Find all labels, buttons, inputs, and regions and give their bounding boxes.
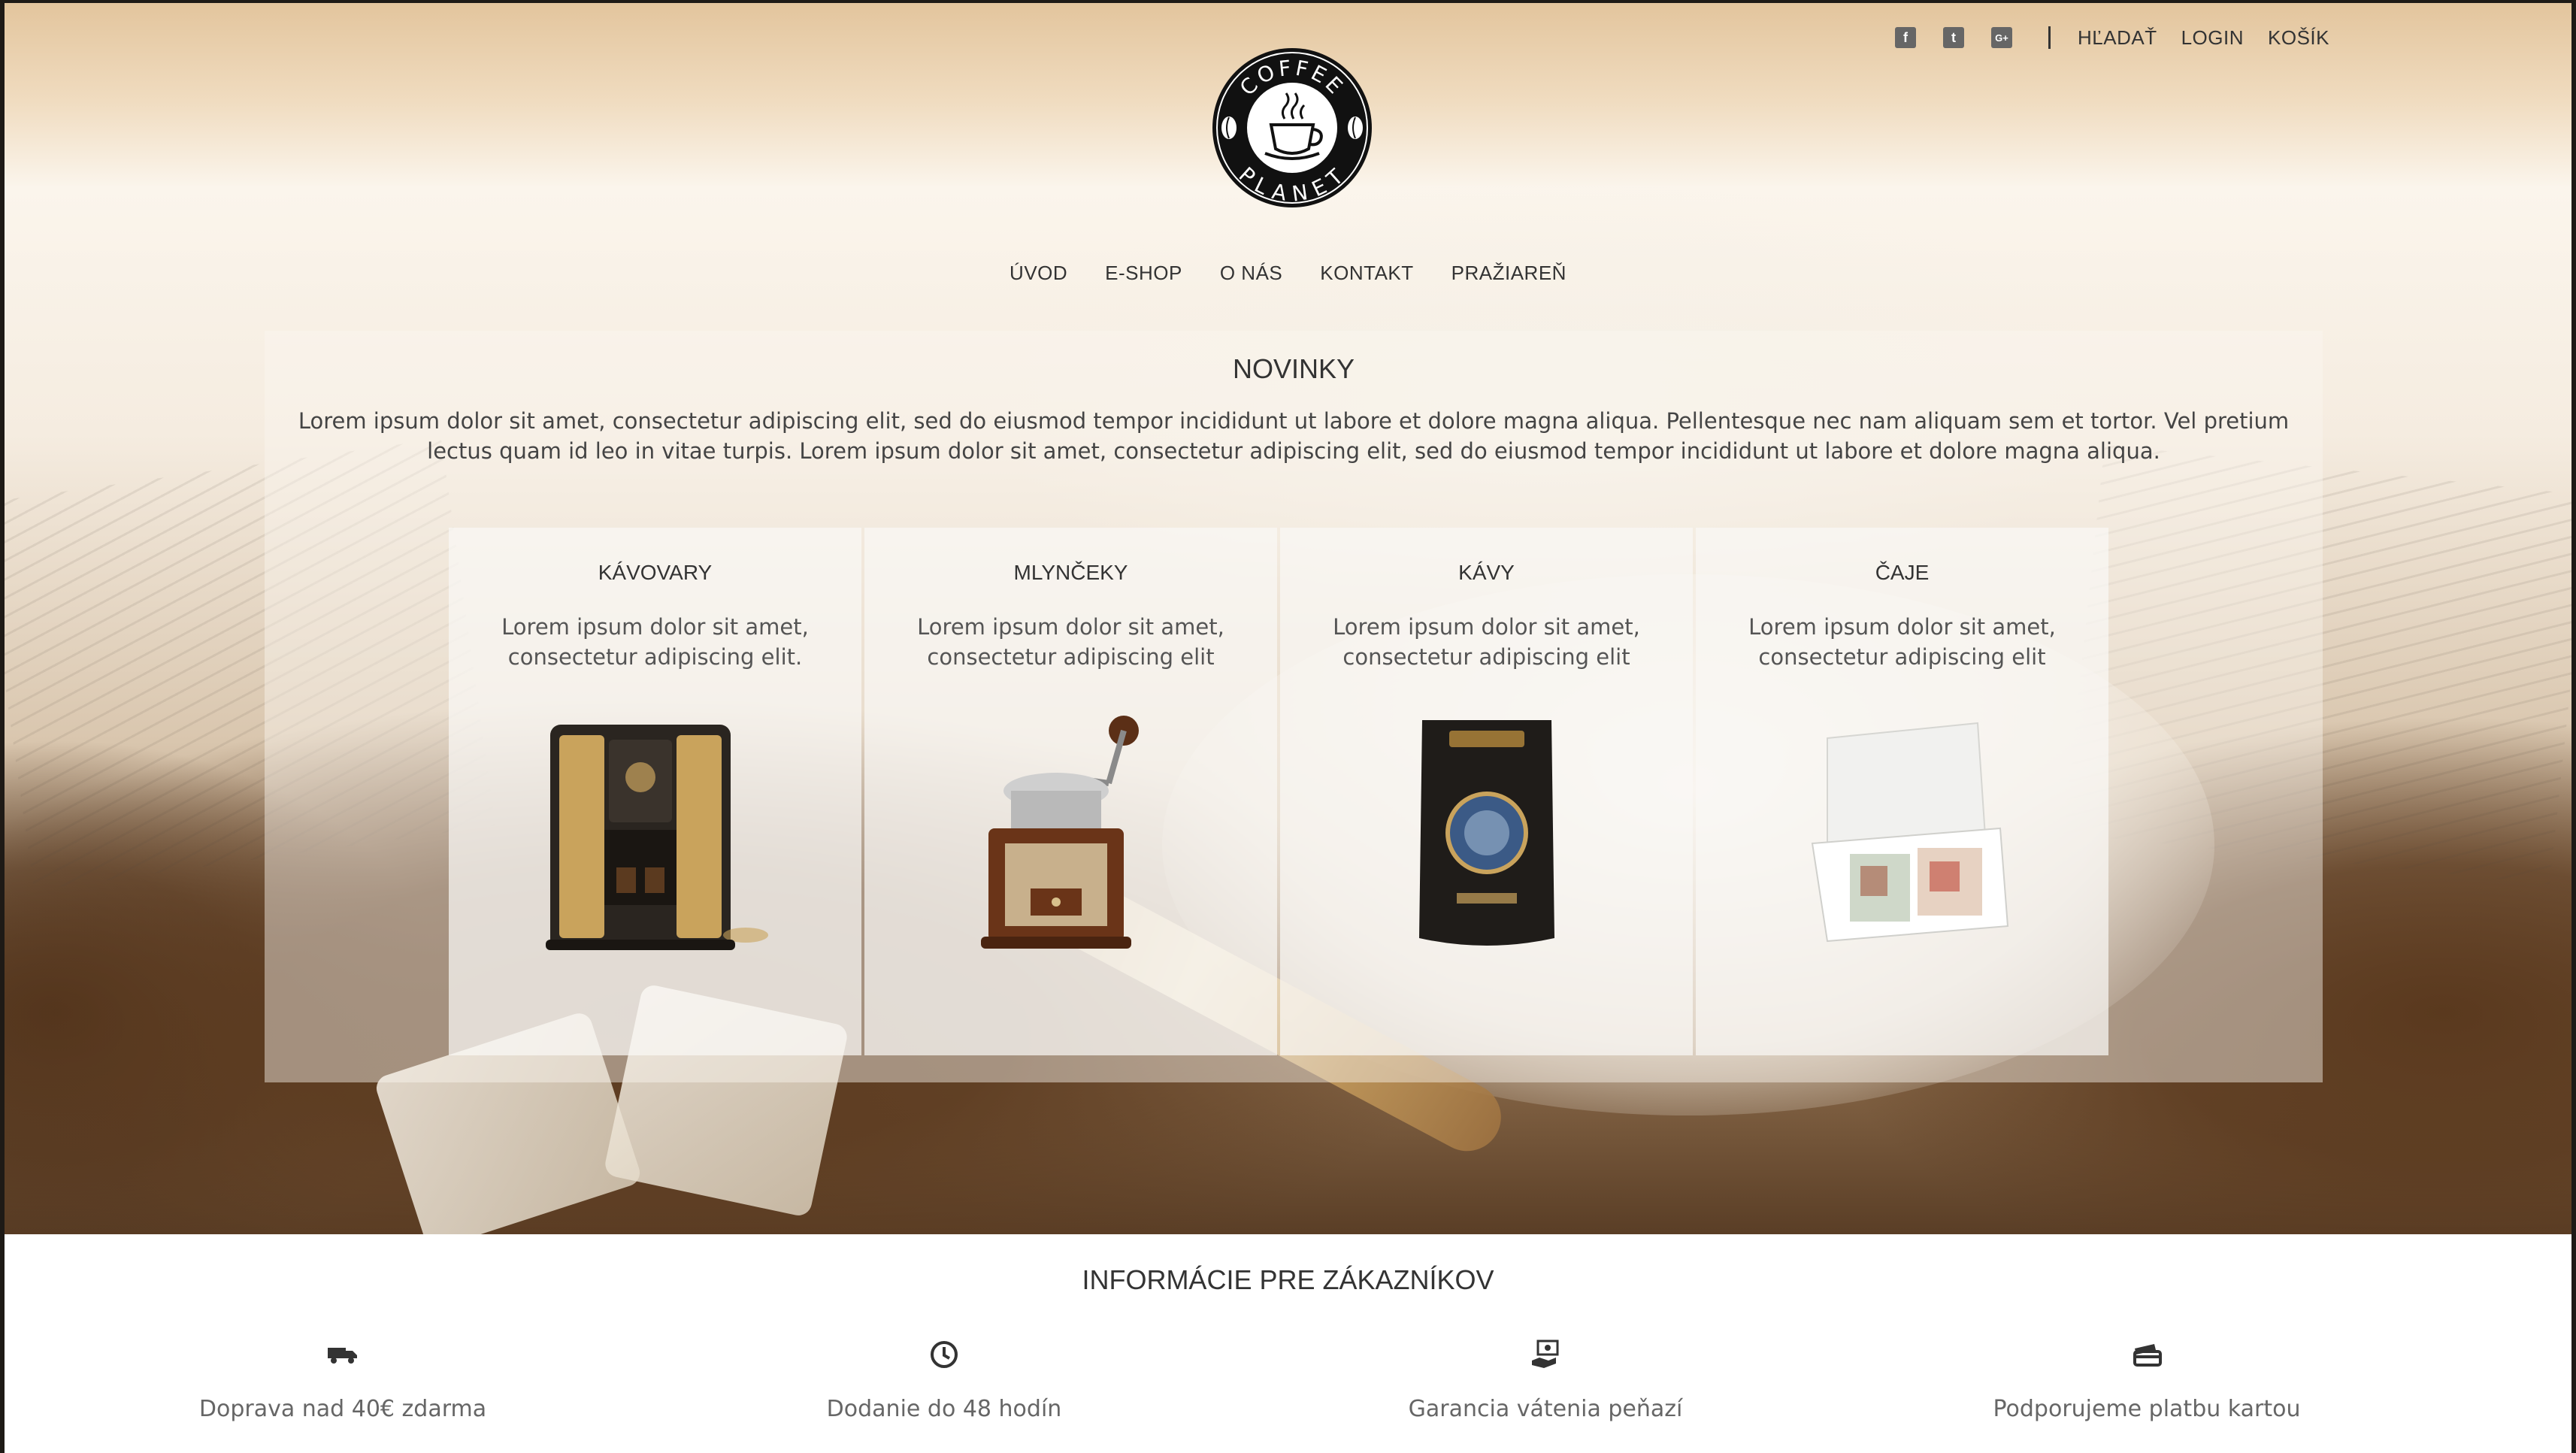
coffee-planet-logo[interactable]: COFFEE PLANET: [1211, 47, 1373, 209]
nav-item-kontakt[interactable]: KONTAKT: [1320, 262, 1413, 285]
feature-text: Doprava nad 40€ zdarma: [198, 1396, 487, 1422]
category-cards: KÁVOVARY Lorem ipsum dolor sit amet, con…: [449, 528, 2108, 1055]
feature-free-shipping: Doprava nad 40€ zdarma: [147, 1336, 538, 1422]
coffee-grinder-image: [980, 716, 1139, 949]
card-description: Lorem ipsum dolor sit amet, consectetur …: [1333, 614, 1640, 670]
card-title: KÁVOVARY: [598, 561, 713, 584]
info-title: INFORMÁCIE PRE ZÁKAZNÍKOV: [1082, 1264, 1494, 1295]
nav-item-o-nas[interactable]: O NÁS: [1220, 262, 1282, 285]
feature-text: Dodanie do 48 hodín: [826, 1396, 1062, 1422]
tea-box-image: [1811, 722, 2008, 943]
google-plus-icon[interactable]: G+: [1991, 27, 2013, 48]
facebook-icon[interactable]: f: [1895, 27, 1917, 48]
coffee-bag-image: [1418, 720, 1554, 946]
divider: [2048, 26, 2051, 49]
category-card-kavovary[interactable]: KÁVOVARY Lorem ipsum dolor sit amet, con…: [449, 528, 861, 1055]
search-link[interactable]: HĽADAŤ: [2078, 26, 2157, 50]
news-title: NOVINKY: [1232, 353, 1355, 384]
login-link[interactable]: LOGIN: [2181, 26, 2244, 50]
feature-delivery-time: Dodanie do 48 hodín: [749, 1336, 1140, 1422]
money-hand-icon: [1523, 1336, 1568, 1373]
card-title: MLYNČEKY: [1013, 561, 1128, 584]
feature-text: Garancia vátenia peňazí: [1408, 1396, 1683, 1422]
card-description: Lorem ipsum dolor sit amet, consectetur …: [1748, 614, 2056, 670]
hero-background: f t G+ HĽADAŤ LOGIN KOŠÍK COFFEE PLANET: [5, 3, 2571, 1234]
main-navigation: ÚVOD E-SHOP O NÁS KONTAKT PRAŽIAREŇ: [5, 262, 2571, 285]
category-card-caje[interactable]: ČAJE Lorem ipsum dolor sit amet, consect…: [1696, 528, 2108, 1055]
credit-card-icon: [2124, 1336, 2169, 1373]
nav-item-uvod[interactable]: ÚVOD: [1010, 262, 1067, 285]
coffee-machine-image: [545, 725, 768, 950]
nav-item-eshop[interactable]: E-SHOP: [1105, 262, 1182, 285]
nav-item-praziaren[interactable]: PRAŽIAREŇ: [1451, 262, 1566, 285]
feature-text: Podporujeme platbu kartou: [1993, 1396, 2301, 1422]
top-utility-bar: f t G+ HĽADAŤ LOGIN KOŠÍK: [1895, 23, 2329, 53]
category-card-mlyncek[interactable]: MLYNČEKY Lorem ipsum dolor sit amet, con…: [864, 528, 1277, 1055]
card-description: Lorem ipsum dolor sit amet, consectetur …: [917, 614, 1224, 670]
cart-link[interactable]: KOŠÍK: [2268, 26, 2329, 50]
clock-icon: [922, 1336, 967, 1373]
truck-icon: [320, 1336, 365, 1373]
category-card-kavy[interactable]: KÁVY Lorem ipsum dolor sit amet, consect…: [1280, 528, 1693, 1055]
feature-money-back: Garancia vátenia peňazí: [1350, 1336, 1741, 1422]
news-text: Lorem ipsum dolor sit amet, consectetur …: [298, 408, 2290, 464]
twitter-icon[interactable]: t: [1943, 27, 1965, 48]
card-title: ČAJE: [1875, 561, 1930, 584]
feature-card-payment: Podporujeme platbu kartou: [1951, 1336, 2342, 1422]
customer-info-section: INFORMÁCIE PRE ZÁKAZNÍKOV Doprava nad 40…: [5, 1234, 2571, 1453]
card-title: KÁVY: [1458, 561, 1515, 584]
card-description: Lorem ipsum dolor sit amet, consectetur …: [501, 614, 809, 670]
